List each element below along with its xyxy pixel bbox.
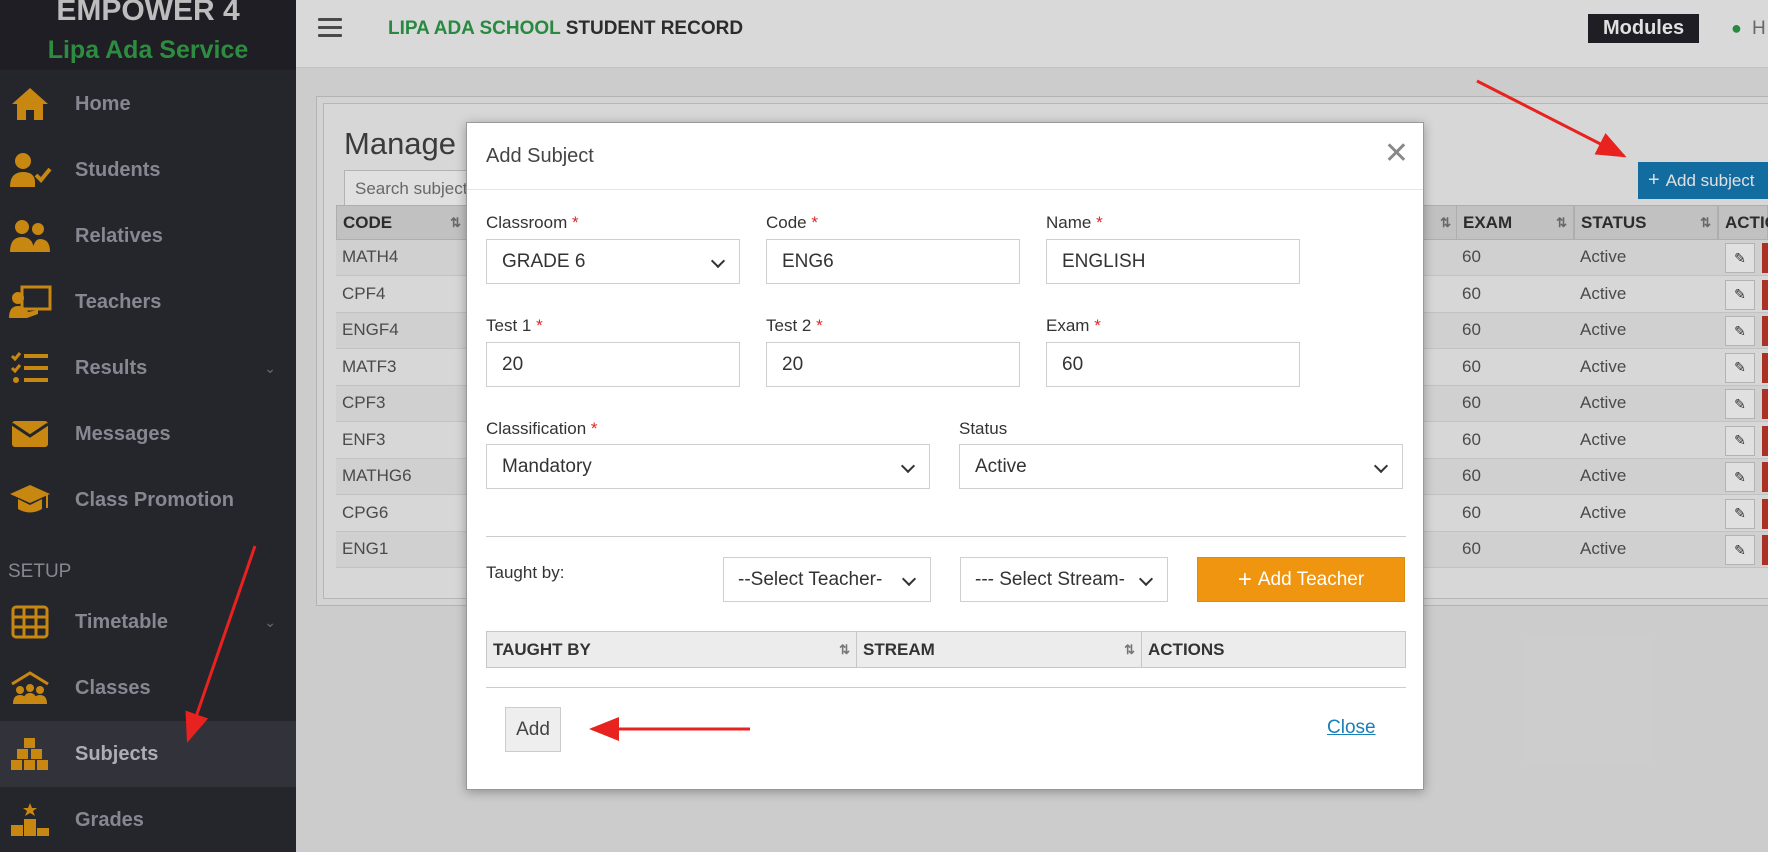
annotation-arrows <box>185 79 1627 743</box>
arrow-to-add-subject <box>1476 79 1627 158</box>
arrow-to-subjects <box>185 545 257 743</box>
